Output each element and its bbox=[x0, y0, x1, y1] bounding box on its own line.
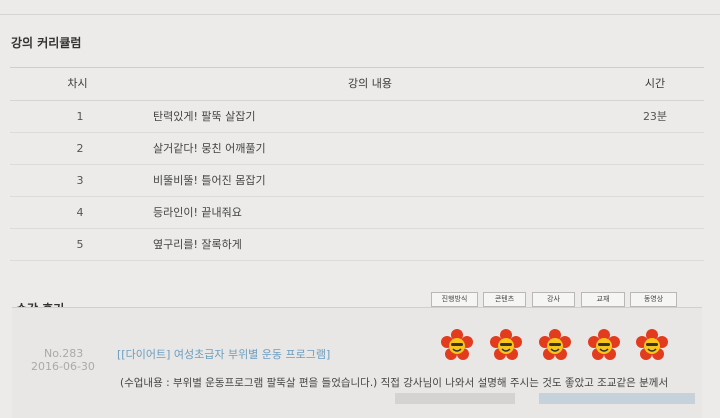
flower-face-icon bbox=[490, 329, 522, 360]
table-row[interactable]: 1 탄력있게! 팔뚝 살잡기 23분 bbox=[10, 101, 704, 133]
header-content: 강의 내용 bbox=[348, 77, 392, 90]
header-time: 시간 bbox=[644, 77, 666, 90]
review-text: (수업내용 : 부위별 운동프로그램 팔뚝살 편을 들었습니다.) 직접 강사님… bbox=[120, 377, 669, 389]
row-num: 3 bbox=[76, 174, 84, 187]
row-num: 4 bbox=[76, 206, 84, 219]
curriculum-table: 차시 강의 내용 시간 1 탄력있게! 팔뚝 살잡기 23분 2 살거같다! 뭉… bbox=[10, 67, 704, 261]
header-num: 차시 bbox=[67, 77, 88, 90]
review-number: No.283 bbox=[44, 347, 84, 360]
row-title[interactable]: 비뚤비뚤! 틀어진 몸잡기 bbox=[153, 165, 266, 196]
tab-textbook[interactable]: 교재 bbox=[581, 292, 625, 307]
row-title[interactable]: 탄력있게! 팔뚝 살잡기 bbox=[153, 101, 255, 132]
row-num: 2 bbox=[76, 142, 84, 155]
table-row[interactable]: 3 비뚤비뚤! 틀어진 몸잡기 bbox=[10, 165, 704, 197]
flower-face-icon bbox=[441, 329, 473, 360]
top-divider bbox=[0, 0, 720, 15]
tab-content[interactable]: 콘텐츠 bbox=[483, 292, 526, 307]
row-title[interactable]: 등라인이! 끝내줘요 bbox=[153, 197, 242, 228]
row-num: 5 bbox=[76, 238, 84, 251]
review-date: 2016-06-30 bbox=[31, 360, 95, 373]
tab-method[interactable]: 진행방식 bbox=[431, 292, 478, 307]
flower-face-icon bbox=[539, 329, 571, 360]
row-title[interactable]: 옆구리를! 잘록하게 bbox=[153, 229, 242, 260]
row-title[interactable]: 살거같다! 뭉친 어깨풀기 bbox=[153, 133, 266, 164]
table-row[interactable]: 4 등라인이! 끝내줘요 bbox=[10, 197, 704, 229]
flower-face-icon bbox=[588, 329, 620, 360]
flower-face-icon bbox=[636, 329, 668, 360]
tab-instructor[interactable]: 강사 bbox=[532, 292, 575, 307]
table-row[interactable]: 5 옆구리를! 잘록하게 bbox=[10, 229, 704, 261]
table-row[interactable]: 2 살거같다! 뭉친 어깨풀기 bbox=[10, 133, 704, 165]
row-time: 23분 bbox=[642, 110, 668, 123]
tab-video[interactable]: 동영상 bbox=[630, 292, 677, 307]
review-text-continued bbox=[395, 393, 695, 404]
table-header: 차시 강의 내용 시간 bbox=[10, 67, 704, 101]
review-course-link[interactable]: [[다이어트] 여성초급자 부위별 운동 프로그램] bbox=[117, 346, 330, 362]
curriculum-title: 강의 커리큘럼 bbox=[11, 36, 82, 50]
row-num: 1 bbox=[76, 110, 84, 123]
